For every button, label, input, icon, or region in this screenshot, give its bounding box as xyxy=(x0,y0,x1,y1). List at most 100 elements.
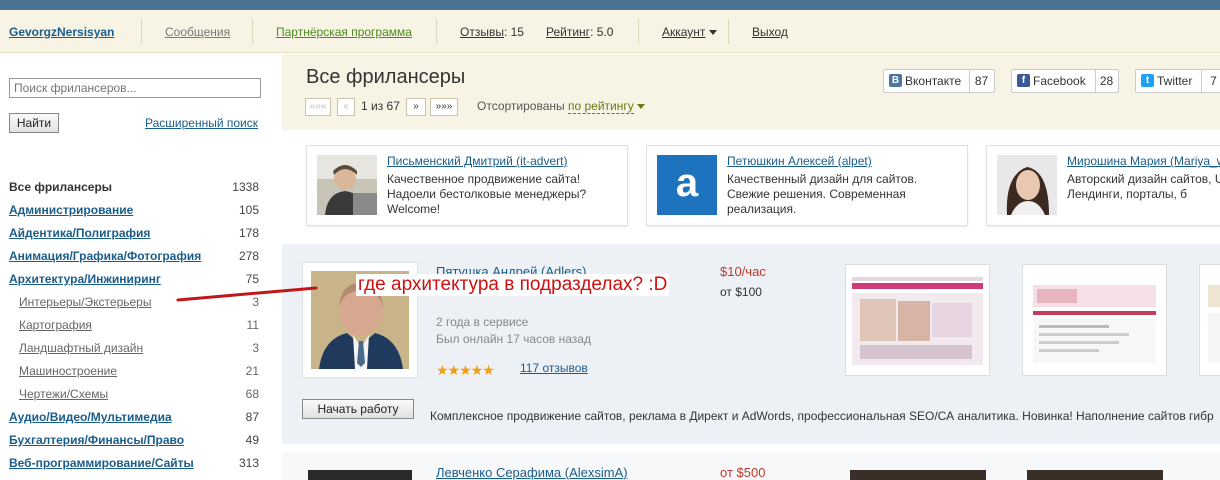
category-count: 3 xyxy=(252,341,259,355)
category-count: 21 xyxy=(245,364,259,378)
sort-dropdown[interactable]: по рейтингу xyxy=(567,99,634,114)
category-name: Аудио/Видео/Мультимедиа xyxy=(9,410,172,424)
portfolio-thumbnail[interactable] xyxy=(1199,264,1220,376)
category-name: Машиностроение xyxy=(19,364,117,378)
portfolio-image xyxy=(1023,265,1166,375)
category-item-audio-video[interactable]: Аудио/Видео/Мультимедиа 87 xyxy=(9,408,259,431)
pagination-info: 1 из 67 xyxy=(361,99,400,113)
freelancer-name-link[interactable]: Левченко Серафима (AlexsimA) xyxy=(436,465,628,480)
username-link[interactable]: GevorgzNersisyan xyxy=(9,25,114,39)
subcategory-item-cartography[interactable]: Картография 11 xyxy=(9,316,259,339)
alpet-logo-icon: a xyxy=(657,155,717,215)
nav-divider xyxy=(728,19,729,44)
share-count: 28 xyxy=(1099,74,1114,88)
facebook-share-button[interactable]: f Facebook 28 xyxy=(1011,69,1119,93)
advanced-search-link[interactable]: Расширенный поиск xyxy=(145,116,258,130)
partner-program-link[interactable]: Партнёрская программа xyxy=(276,25,412,39)
category-name: Архитектура/Инжиниринг xyxy=(9,272,161,286)
freelancer-service-time: 2 года в сервисе xyxy=(436,315,529,329)
category-count: 313 xyxy=(238,456,259,470)
vk-share-button[interactable]: B Вконтакте 87 xyxy=(883,69,995,93)
sort-prefix: Отсортированы xyxy=(477,99,565,113)
subcategory-item-drawings[interactable]: Чертежи/Схемы 68 xyxy=(9,385,259,408)
share-label: Facebook xyxy=(1012,70,1096,92)
nav-divider xyxy=(252,19,253,44)
category-name: Интерьеры/Экстерьеры xyxy=(19,295,152,309)
logout-link[interactable]: Выход xyxy=(752,25,788,39)
promo-title-link[interactable]: Петюшкин Алексей (alpet) xyxy=(727,154,872,168)
nav-divider xyxy=(141,19,142,44)
annotation-text: где архитектура в подразделах? :D xyxy=(356,274,670,296)
chevron-down-icon xyxy=(636,104,645,110)
category-count: 49 xyxy=(245,433,259,447)
portfolio-thumbnail[interactable] xyxy=(1027,470,1163,480)
freelancer-rate: $10/час xyxy=(720,264,766,279)
portfolio-image xyxy=(1200,265,1220,375)
account-link[interactable]: Аккаунт xyxy=(662,25,705,39)
category-item-web-programming[interactable]: Веб-программирование/Сайты 313 xyxy=(9,454,259,477)
messages-link[interactable]: Сообщения xyxy=(165,25,230,39)
top-stripe xyxy=(0,0,1220,10)
freelancer-rate: от $500 xyxy=(720,465,766,480)
category-item-all[interactable]: Все фрилансеры 1338 xyxy=(9,178,259,201)
promo-card[interactable]: a Петюшкин Алексей (alpet) Качественный … xyxy=(646,145,968,226)
category-count: 1338 xyxy=(232,180,259,194)
freelancer-search-input[interactable] xyxy=(9,78,261,98)
reviews-stat: Отзывы: 15 xyxy=(460,25,524,39)
category-name: Все фрилансеры xyxy=(9,180,113,194)
pagination-first-button[interactable]: ««« xyxy=(305,98,331,116)
category-name: Ландшафтный дизайн xyxy=(19,341,144,355)
nav-divider xyxy=(436,19,437,44)
promo-avatar xyxy=(317,155,377,215)
rating-value: : 5.0 xyxy=(590,25,614,39)
category-count: 68 xyxy=(245,387,259,401)
sort-info: Отсортированы по рейтингу xyxy=(477,99,645,114)
chevron-down-icon xyxy=(709,30,718,36)
promo-card[interactable]: Мирошина Мария (Mariya_w Авторский дизай… xyxy=(986,145,1220,226)
subcategory-item-mechanical[interactable]: Машиностроение 21 xyxy=(9,362,259,385)
portfolio-thumbnail[interactable] xyxy=(845,264,990,376)
portfolio-thumbnail[interactable] xyxy=(850,470,986,480)
account-menu[interactable]: Аккаунт xyxy=(662,25,718,39)
category-name: Айдентика/Полиграфия xyxy=(9,226,151,240)
freelancer-photo-2 xyxy=(308,470,412,480)
star-rating-icon: ★★★★★ xyxy=(436,362,495,378)
portfolio-thumbnail[interactable] xyxy=(1022,264,1167,376)
share-count: 87 xyxy=(974,74,989,88)
start-work-button[interactable]: Начать работу xyxy=(302,399,414,419)
pagination-next-button[interactable]: » xyxy=(406,98,426,116)
category-count: 178 xyxy=(238,226,259,240)
category-item-accounting[interactable]: Бухгалтерия/Финансы/Право 49 xyxy=(9,431,259,454)
promo-card[interactable]: Письменский Дмитрий (it-advert) Качестве… xyxy=(306,145,628,226)
promo-title-link[interactable]: Письменский Дмитрий (it-advert) xyxy=(387,154,567,168)
category-name: Администрирование xyxy=(9,203,134,217)
main-header: Все фрилансеры ««« « 1 из 67 » »»» Отсор… xyxy=(282,54,1220,130)
category-name: Веб-программирование/Сайты xyxy=(9,456,194,470)
subcategory-item-landscape[interactable]: Ландшафтный дизайн 3 xyxy=(9,339,259,362)
portfolio-image xyxy=(846,265,989,375)
category-count: 87 xyxy=(245,410,259,424)
category-item-identity[interactable]: Айдентика/Полиграфия 178 xyxy=(9,224,259,247)
promo-description: Авторский дизайн сайтов, UX. Лендинги, п… xyxy=(1067,172,1220,201)
promo-title-link[interactable]: Мирошина Мария (Mariya_w xyxy=(1067,154,1220,168)
search-button[interactable]: Найти xyxy=(9,113,59,133)
category-name: Бухгалтерия/Финансы/Право xyxy=(9,433,185,447)
freelancer-min-price: от $100 xyxy=(720,285,762,299)
promo-description: Качественное продвижение сайта! Надоели … xyxy=(387,172,587,216)
reviews-link[interactable]: Отзывы xyxy=(460,25,504,39)
freelancer-description: Комплексное продвижение сайтов, реклама … xyxy=(430,409,1214,423)
category-name: Анимация/Графика/Фотография xyxy=(9,249,202,263)
share-label: Twitter xyxy=(1136,70,1202,92)
category-item-administration[interactable]: Администрирование 105 xyxy=(9,201,259,224)
rating-link[interactable]: Рейтинг xyxy=(546,25,590,39)
pagination-prev-button[interactable]: « xyxy=(337,98,355,116)
twitter-share-button[interactable]: t Twitter 7 xyxy=(1135,69,1220,93)
annotation-arrow-line xyxy=(176,286,318,302)
pagination-last-button[interactable]: »»» xyxy=(430,98,458,116)
reviews-link[interactable]: 117 отзывов xyxy=(520,361,588,375)
rating-stat: Рейтинг: 5.0 xyxy=(546,25,613,39)
category-item-animation[interactable]: Анимация/Графика/Фотография 278 xyxy=(9,247,259,270)
category-name: Картография xyxy=(19,318,92,332)
share-label: Вконтакте xyxy=(884,70,970,92)
category-count: 11 xyxy=(246,318,259,332)
